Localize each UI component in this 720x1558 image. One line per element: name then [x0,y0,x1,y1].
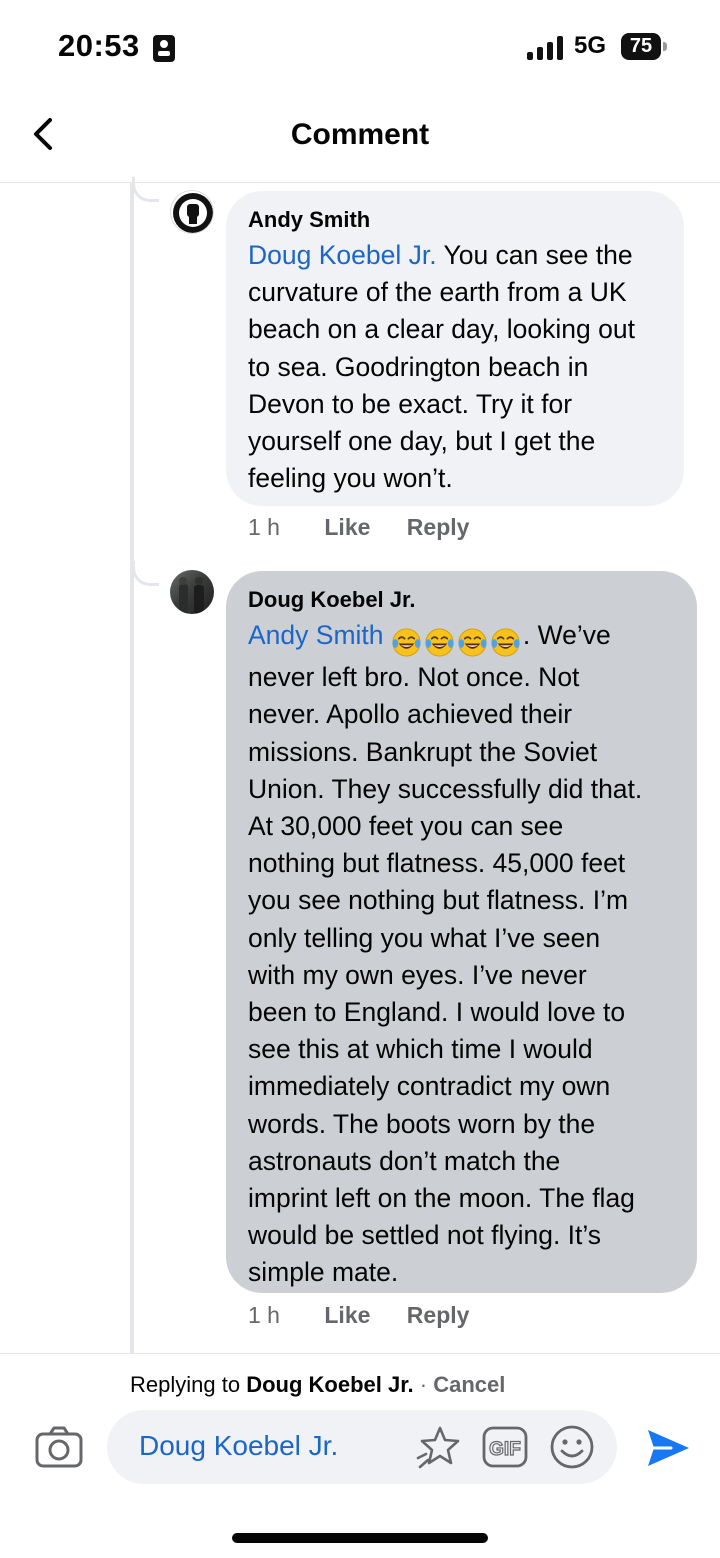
gif-icon: GIF [482,1426,528,1468]
gif-button[interactable]: GIF [482,1426,528,1468]
comment-author[interactable]: Andy Smith [248,205,662,235]
camera-icon [35,1426,83,1468]
signal-icon [527,36,563,60]
thread-line [130,183,134,1353]
tears-of-joy-emoji-icon [425,627,454,657]
comment-text: Doug Koebel Jr. You can see the curvatur… [248,237,662,497]
profile-photo-icon [179,577,204,614]
like-button[interactable]: Like [324,514,370,541]
comment-text: Andy Smith . We’ve never left bro. Not o… [248,617,675,1292]
status-time: 20:53 [58,28,140,63]
id-card-icon [153,35,175,62]
replying-text: Replying to Doug Koebel Jr. · Cancel [130,1372,505,1398]
comment-time: 1 h [248,514,280,540]
comment-time: 1 h [248,1302,280,1328]
home-indicator [232,1533,488,1543]
composer: Doug Koebel Jr. GIF [0,1410,720,1490]
fist-logo-icon [173,193,213,233]
send-button[interactable] [645,1426,691,1470]
comment-body: You can see the curvature of the earth f… [248,240,635,494]
avatar-sticker-icon [416,1426,460,1469]
comment-thread: Andy Smith Doug Koebel Jr. You can see t… [0,177,720,1353]
header: Comment [0,92,720,183]
comment-author[interactable]: Doug Koebel Jr. [248,585,675,615]
thread-branch [132,177,159,202]
network-label: 5G [574,32,607,59]
comment-input-value[interactable]: Doug Koebel Jr. [139,1430,338,1462]
replying-banner: Replying to Doug Koebel Jr. · Cancel [0,1353,720,1414]
separator: · [413,1372,434,1397]
status-bar: 20:53 5G 75 [0,0,720,92]
replying-prefix: Replying to [130,1372,247,1397]
battery-level: 75 [621,33,661,60]
mention-link[interactable]: Andy Smith [248,620,384,650]
comment-input[interactable]: Doug Koebel Jr. GIF [107,1410,617,1484]
comment-actions: 1 h Like Reply [248,1302,499,1329]
avatar[interactable] [170,190,214,234]
emoji-row [391,622,523,659]
tears-of-joy-emoji-icon [458,627,487,657]
cancel-reply-button[interactable]: Cancel [433,1372,505,1397]
svg-text:GIF: GIF [489,1439,521,1460]
comment-actions: 1 h Like Reply [248,514,499,541]
comment-bubble[interactable]: Andy Smith Doug Koebel Jr. You can see t… [226,191,684,506]
reply-button[interactable]: Reply [407,514,470,541]
replying-to-name: Doug Koebel Jr. [246,1372,414,1397]
battery-icon: 75 [621,33,667,60]
like-button[interactable]: Like [324,1302,370,1329]
send-icon [648,1430,689,1466]
reply-button[interactable]: Reply [407,1302,470,1329]
mention-link[interactable]: Doug Koebel Jr. [248,240,437,270]
comment-bubble-selected[interactable]: Doug Koebel Jr. Andy Smith . We’ve never… [226,571,697,1293]
comment-first-line-tail: . We’ve [522,620,611,650]
avatar-sticker-button[interactable] [414,1424,462,1472]
camera-button[interactable] [34,1424,84,1470]
thread-branch [132,561,159,586]
tears-of-joy-emoji-icon [491,627,520,657]
tears-of-joy-emoji-icon [392,627,421,657]
emoji-icon [550,1425,594,1469]
comment-body: never left bro. Not once. Not never. Apo… [248,662,643,1288]
avatar[interactable] [170,570,214,614]
page-title: Comment [290,118,430,151]
emoji-button[interactable] [549,1424,595,1470]
